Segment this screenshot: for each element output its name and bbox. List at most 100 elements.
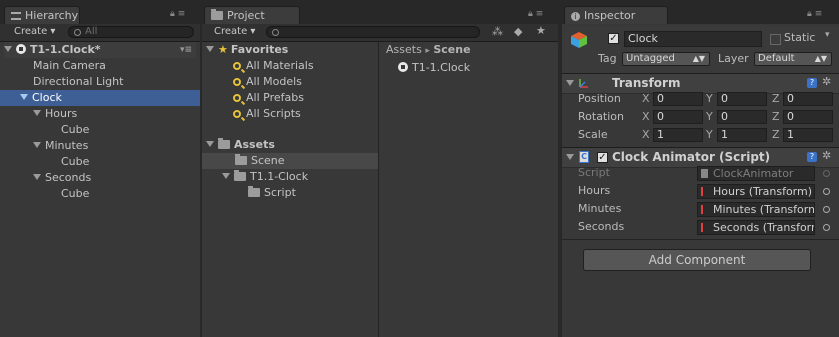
hierarchy-create-dropdown[interactable]: Create ▾ xyxy=(14,26,55,39)
expand-arrow-icon[interactable] xyxy=(20,94,28,100)
component-enabled-checkbox[interactable]: ✓ xyxy=(597,152,608,163)
expand-arrow-icon[interactable] xyxy=(206,46,214,52)
gameobject-cube-icon xyxy=(570,31,588,49)
hierarchy-item-cube[interactable]: Cube xyxy=(61,186,89,202)
scene-menu-icon[interactable]: ▾≡ xyxy=(180,42,192,58)
scale-x-field[interactable]: 1 xyxy=(653,128,703,142)
seconds-reference-value: Seconds (Transform) xyxy=(713,221,815,234)
axis-x-label[interactable]: X xyxy=(642,91,650,107)
favorite-star-icon[interactable]: ★ xyxy=(536,24,546,37)
axis-z-label[interactable]: Z xyxy=(772,127,780,143)
axis-z-label[interactable]: Z xyxy=(772,109,780,125)
info-icon: i xyxy=(571,12,580,21)
filter-by-type-icon[interactable]: ⁂ xyxy=(492,25,503,38)
object-picker-icon[interactable] xyxy=(823,224,830,231)
expand-arrow-icon[interactable] xyxy=(33,110,41,116)
expand-arrow-icon[interactable] xyxy=(4,46,12,52)
layer-value: Default xyxy=(758,53,795,64)
static-checkbox[interactable] xyxy=(770,34,781,45)
object-picker-icon[interactable] xyxy=(823,170,830,177)
folder-t1-1-clock-label: T1.1-Clock xyxy=(250,170,309,183)
hierarchy-item-directional-light[interactable]: Directional Light xyxy=(33,74,123,90)
object-picker-icon[interactable] xyxy=(823,188,830,195)
expand-arrow-icon[interactable] xyxy=(566,80,574,86)
expand-arrow-icon[interactable] xyxy=(222,173,230,179)
gear-icon[interactable]: ✲ xyxy=(822,75,831,88)
object-name-field[interactable]: Clock xyxy=(624,31,762,47)
position-x-field[interactable]: 0 xyxy=(653,92,703,106)
folder-script[interactable]: Script xyxy=(248,185,296,201)
favorites-label: Favorites xyxy=(230,43,289,56)
position-z-field[interactable]: 0 xyxy=(783,92,833,106)
favorite-item-all-materials[interactable]: All Materials xyxy=(233,58,314,74)
hierarchy-item-clock-label: Clock xyxy=(32,91,62,104)
project-splitter[interactable] xyxy=(378,42,379,337)
hierarchy-item-seconds[interactable]: Seconds xyxy=(33,170,91,186)
project-create-dropdown[interactable]: Create ▾ xyxy=(214,26,255,39)
favorites-header[interactable]: ★ Favorites xyxy=(206,42,288,58)
hierarchy-item-cube[interactable]: Cube xyxy=(61,122,89,138)
folder-icon xyxy=(218,138,230,149)
tab-project-label: Project xyxy=(227,9,265,22)
folder-scene-label: Scene xyxy=(251,154,285,167)
rotation-z-field[interactable]: 0 xyxy=(783,110,833,124)
folder-t1-1-clock[interactable]: T1.1-Clock xyxy=(222,169,308,185)
favorite-item-all-models[interactable]: All Models xyxy=(233,74,302,90)
folder-icon xyxy=(211,9,223,20)
hierarchy-search-input[interactable]: All xyxy=(68,26,194,38)
asset-file-t1-1-clock[interactable]: T1-1.Clock xyxy=(398,60,470,76)
expand-arrow-icon[interactable] xyxy=(33,174,41,180)
breadcrumb-scene[interactable]: Scene xyxy=(433,43,470,56)
panel-menu-icon[interactable]: 🔒︎≡ xyxy=(528,9,546,19)
tab-hierarchy[interactable]: Hierarchy xyxy=(4,6,80,24)
layer-dropdown[interactable]: Default ▲▼ xyxy=(754,52,832,66)
expand-arrow-icon[interactable] xyxy=(206,141,214,147)
axis-z-label[interactable]: Z xyxy=(772,91,780,107)
tab-project[interactable]: Project xyxy=(204,6,300,24)
scene-header[interactable]: T1-1.Clock* ▾≡ xyxy=(4,42,196,58)
panel-menu-icon[interactable]: 🔒︎≡ xyxy=(170,9,188,19)
tag-dropdown[interactable]: Untagged ▲▼ xyxy=(622,52,710,66)
component-divider xyxy=(562,239,839,240)
help-icon[interactable]: ? xyxy=(807,78,817,88)
expand-arrow-icon[interactable] xyxy=(566,154,574,160)
hierarchy-item-hours[interactable]: Hours xyxy=(33,106,77,122)
script-field-label: Script xyxy=(578,166,610,179)
star-icon: ★ xyxy=(218,43,228,56)
axis-y-label[interactable]: Y xyxy=(706,91,713,107)
favorite-item-all-prefabs[interactable]: All Prefabs xyxy=(233,90,304,106)
tab-inspector[interactable]: i Inspector xyxy=(564,6,668,24)
hierarchy-panel: Hierarchy 🔒︎≡ Create ▾ All T1-1.Clock* ▾… xyxy=(0,0,200,337)
panel-menu-icon[interactable]: 🔒︎≡ xyxy=(807,9,825,19)
hierarchy-item-clock[interactable]: Clock xyxy=(0,90,200,106)
axis-x-label[interactable]: X xyxy=(642,109,650,125)
minutes-reference-field[interactable]: Minutes (Transform) xyxy=(697,202,815,217)
help-icon[interactable]: ? xyxy=(807,152,817,162)
seconds-reference-field[interactable]: Seconds (Transform) xyxy=(697,220,815,235)
breadcrumb-assets[interactable]: Assets xyxy=(386,43,422,56)
favorite-item-all-scripts[interactable]: All Scripts xyxy=(233,106,301,122)
static-dropdown-arrow-icon[interactable]: ▾ xyxy=(825,30,830,40)
rotation-y-field[interactable]: 0 xyxy=(717,110,767,124)
active-checkbox[interactable]: ✓ xyxy=(608,33,619,44)
axis-y-label[interactable]: Y xyxy=(706,127,713,143)
assets-header[interactable]: Assets xyxy=(206,137,275,153)
add-component-button[interactable]: Add Component xyxy=(583,249,811,271)
object-picker-icon[interactable] xyxy=(823,206,830,213)
project-search-input[interactable] xyxy=(266,26,480,38)
tab-hierarchy-label: Hierarchy xyxy=(25,9,79,22)
folder-scene[interactable]: Scene xyxy=(202,153,378,169)
scale-y-field[interactable]: 1 xyxy=(717,128,767,142)
hours-reference-field[interactable]: Hours (Transform) xyxy=(697,184,815,199)
position-y-field[interactable]: 0 xyxy=(717,92,767,106)
axis-x-label[interactable]: X xyxy=(642,127,650,143)
scale-z-field[interactable]: 1 xyxy=(783,128,833,142)
axis-y-label[interactable]: Y xyxy=(706,109,713,125)
hierarchy-item-minutes[interactable]: Minutes xyxy=(33,138,88,154)
hierarchy-item-main-camera[interactable]: Main Camera xyxy=(33,58,106,74)
rotation-x-field[interactable]: 0 xyxy=(653,110,703,124)
expand-arrow-icon[interactable] xyxy=(33,142,41,148)
filter-by-label-icon[interactable]: ◆ xyxy=(514,25,522,38)
hierarchy-item-cube[interactable]: Cube xyxy=(61,154,89,170)
gear-icon[interactable]: ✲ xyxy=(822,149,831,162)
